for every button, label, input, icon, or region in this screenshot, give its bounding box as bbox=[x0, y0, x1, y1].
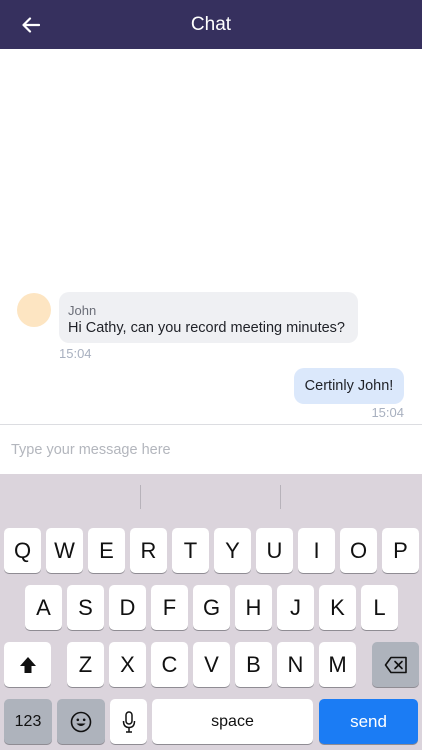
key-a[interactable]: A bbox=[25, 585, 62, 630]
key-h[interactable]: H bbox=[235, 585, 272, 630]
key-k[interactable]: K bbox=[319, 585, 356, 630]
emoji-icon bbox=[70, 711, 92, 732]
app-header: Chat bbox=[0, 0, 422, 49]
key-l[interactable]: L bbox=[361, 585, 398, 630]
key-u[interactable]: U bbox=[256, 528, 293, 573]
suggestion-divider bbox=[140, 485, 141, 509]
key-n[interactable]: N bbox=[277, 642, 314, 687]
key-r[interactable]: R bbox=[130, 528, 167, 573]
key-q[interactable]: Q bbox=[4, 528, 41, 573]
message-text: Certinly John! bbox=[304, 378, 394, 394]
key-w[interactable]: W bbox=[46, 528, 83, 573]
message-timestamp: 15:04 bbox=[59, 346, 92, 361]
backspace-key[interactable] bbox=[372, 642, 419, 687]
message-timestamp: 15:04 bbox=[371, 405, 404, 420]
backspace-icon bbox=[384, 656, 407, 673]
message-sender: John bbox=[68, 303, 97, 318]
avatar bbox=[17, 293, 51, 327]
key-e[interactable]: E bbox=[88, 528, 125, 573]
message-input[interactable] bbox=[0, 425, 422, 474]
keyboard: Q W E R T Y U I O P A S D F G H J K L Z … bbox=[0, 474, 422, 750]
key-m[interactable]: M bbox=[319, 642, 356, 687]
key-o[interactable]: O bbox=[340, 528, 377, 573]
shift-key[interactable] bbox=[4, 642, 51, 687]
key-t[interactable]: T bbox=[172, 528, 209, 573]
key-c[interactable]: C bbox=[151, 642, 188, 687]
key-b[interactable]: B bbox=[235, 642, 272, 687]
key-z[interactable]: Z bbox=[67, 642, 104, 687]
composer-bar bbox=[0, 424, 422, 474]
key-f[interactable]: F bbox=[151, 585, 188, 630]
numbers-key[interactable]: 123 bbox=[4, 699, 52, 744]
message-text: Hi Cathy, can you record meeting minutes… bbox=[68, 320, 345, 336]
back-arrow-icon bbox=[22, 17, 40, 33]
key-j[interactable]: J bbox=[277, 585, 314, 630]
back-button[interactable] bbox=[18, 12, 44, 38]
key-v[interactable]: V bbox=[193, 642, 230, 687]
emoji-key[interactable] bbox=[57, 699, 105, 744]
shift-icon bbox=[19, 656, 36, 673]
page-title: Chat bbox=[190, 13, 232, 35]
outgoing-message-bubble: Certinly John! bbox=[294, 368, 404, 404]
key-d[interactable]: D bbox=[109, 585, 146, 630]
incoming-message-bubble: John Hi Cathy, can you record meeting mi… bbox=[59, 292, 358, 343]
dictation-key[interactable] bbox=[110, 699, 147, 744]
key-p[interactable]: P bbox=[382, 528, 419, 573]
key-x[interactable]: X bbox=[109, 642, 146, 687]
send-key[interactable]: send bbox=[319, 699, 418, 744]
key-i[interactable]: I bbox=[298, 528, 335, 573]
key-y[interactable]: Y bbox=[214, 528, 251, 573]
key-s[interactable]: S bbox=[67, 585, 104, 630]
suggestion-divider bbox=[280, 485, 281, 509]
microphone-icon bbox=[122, 710, 135, 733]
key-g[interactable]: G bbox=[193, 585, 230, 630]
space-key[interactable]: space bbox=[152, 699, 313, 744]
